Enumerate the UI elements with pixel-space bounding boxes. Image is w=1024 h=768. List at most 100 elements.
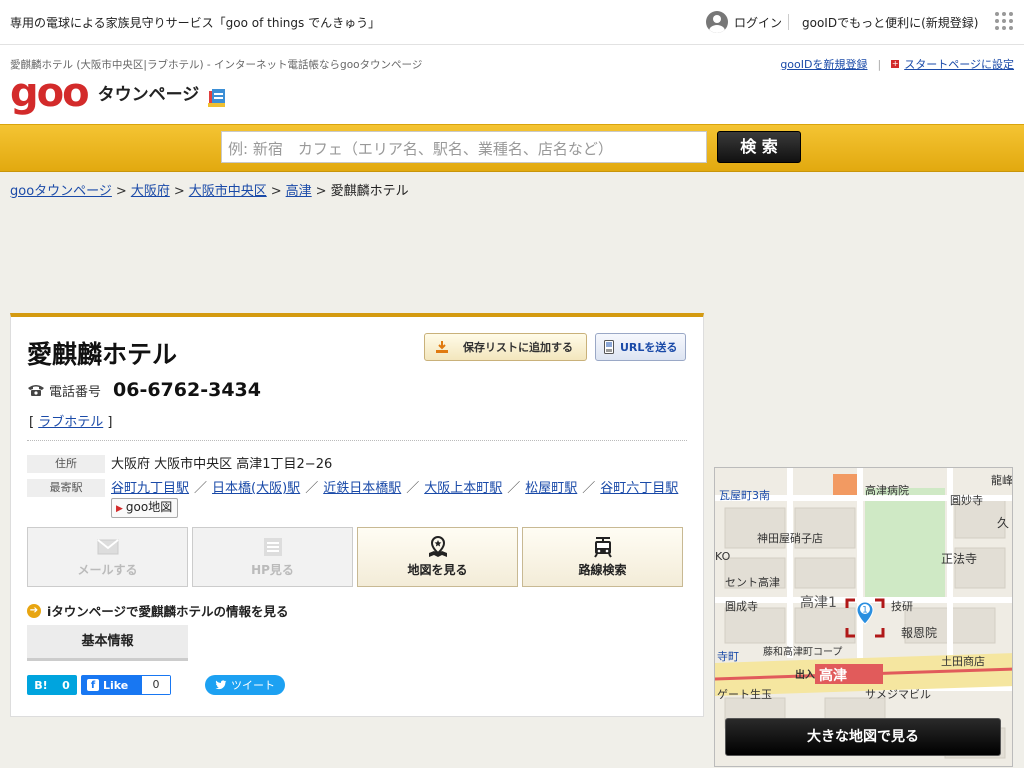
address-value: 大阪府 大阪市中央区 高津1丁目2−26 [111, 457, 333, 472]
save-list-button[interactable]: 保存リストに追加する [424, 333, 587, 361]
global-topbar: 専用の電球による家族見守りサービス「goo of things でんきゅう」 ロ… [0, 0, 1024, 45]
login-label: ログイン [734, 15, 783, 30]
phone-number[interactable]: 06-6762-3434 [113, 379, 261, 401]
homepage-button[interactable]: HP見る [192, 527, 353, 587]
mobile-phone-icon [604, 340, 614, 354]
mail-button[interactable]: メールする [27, 527, 188, 587]
map-label: ゲート生玉 [717, 688, 772, 701]
map-label: 高津 [819, 668, 847, 684]
station-link[interactable]: 谷町九丁目駅 [111, 481, 189, 496]
itownpage-link[interactable]: ➔ iタウンページで愛麒麟ホテルの情報を見る [27, 601, 289, 620]
site-logo[interactable]: goo タウンページ [10, 73, 227, 113]
logo-goo: goo [10, 70, 90, 116]
arrow-circle-icon: ➔ [27, 603, 41, 618]
tweet-label: ツイート [231, 679, 275, 692]
plus-icon: + [891, 59, 900, 68]
map-label: 神田屋硝子店 [757, 532, 823, 545]
tab-basic-info[interactable]: 基本情報 [27, 625, 188, 661]
divider [27, 440, 687, 441]
phone-label: 電話番号 [49, 384, 102, 400]
map-label: 龍峰 [991, 474, 1013, 487]
address-label: 住所 [27, 455, 105, 473]
login-link[interactable]: ログイン [706, 11, 782, 33]
map-label: 高津1 [800, 595, 837, 611]
facebook-like-button[interactable]: f Like 0 [81, 675, 171, 695]
itownpage-label: iタウンページで愛麒麟ホテルの情報を見る [47, 604, 289, 619]
map-label: 技研 [891, 600, 913, 613]
map-label: サメジマビル [865, 688, 931, 701]
station-label: 最寄駅 [27, 479, 105, 497]
promo-link[interactable]: 専用の電球による家族見守りサービス「goo of things でんきゅう」 [10, 14, 380, 31]
apps-grid-icon[interactable] [995, 12, 1013, 30]
map-label: 高津病院 [865, 484, 909, 497]
large-map-button[interactable]: 大きな地図で見る [725, 718, 1001, 756]
twitter-bird-icon [215, 680, 227, 690]
arrow-right-icon: ▶ [116, 504, 123, 514]
route-search-button[interactable]: 路線検索 [522, 527, 683, 587]
station-link[interactable]: 松屋町駅 [525, 481, 577, 496]
breadcrumb-item[interactable]: 大阪府 [131, 184, 170, 199]
hatena-label: B! [34, 678, 48, 692]
listing-card: 愛麒麟ホテル 保存リストに追加する URLを送る 電話番号 06-6762-34… [10, 313, 704, 717]
mail-icon [96, 539, 119, 555]
breadcrumb-current: 愛麒麟ホテル [330, 184, 409, 199]
startpage-link[interactable]: スタートページに設定 [904, 56, 1014, 72]
facebook-icon: f [87, 679, 99, 691]
map-label: 寺町 [717, 650, 739, 663]
new-id-link[interactable]: gooIDを新規登録 [780, 56, 867, 72]
hatena-bookmark-button[interactable]: B! 0 [27, 675, 77, 695]
mail-label: メールする [77, 563, 138, 577]
map-label: 瓦屋町3南 [719, 489, 770, 502]
view-map-label: 地図を見る [407, 563, 468, 577]
station-row: 最寄駅 谷町九丁目駅／日本橋(大阪)駅／近鉄日本橋駅／大阪上本町駅／松屋町駅／谷… [27, 479, 691, 518]
search-button[interactable]: 検 索 [717, 131, 801, 163]
svg-text:1: 1 [862, 606, 868, 616]
save-list-label: 保存リストに追加する [463, 341, 573, 354]
station-link[interactable]: 日本橋(大阪)駅 [212, 481, 300, 496]
phone-row: 電話番号 06-6762-3434 [27, 379, 261, 401]
action-buttons: メールする HP見る 地図を見る 路線検索 [27, 527, 683, 587]
category-link[interactable]: ラブホテル [38, 415, 103, 430]
hatena-count: 0 [62, 678, 70, 692]
map-label: KO [715, 550, 731, 563]
breadcrumb-item[interactable]: 大阪市中央区 [189, 184, 267, 199]
tweet-button[interactable]: ツイート [205, 675, 285, 695]
logo-townpage: タウンページ [97, 85, 200, 105]
station-link[interactable]: 谷町六丁目駅 [600, 481, 678, 496]
facebook-like-count: 0 [142, 676, 170, 694]
breadcrumb: gooタウンページ > 大阪府 > 大阪市中央区 > 高津 > 愛麒麟ホテル [10, 184, 409, 199]
homepage-label: HP見る [251, 563, 294, 577]
station-link[interactable]: 近鉄日本橋駅 [323, 481, 401, 496]
search-input[interactable]: 例: 新宿 カフェ（エリア名、駅名、業種名、店名など） [221, 131, 707, 163]
map-pin-icon [428, 535, 447, 557]
map-label: 出入 [795, 670, 815, 681]
map-label: セント高津 [725, 576, 780, 589]
category: [ ラブホテル ] [29, 415, 113, 430]
site-header: 愛麒麟ホテル (大阪市中央区|ラブホテル) - インターネット電話帳ならgooタ… [0, 45, 1024, 124]
send-url-button[interactable]: URLを送る [595, 333, 686, 361]
map-label: 藤和高津町コープ [763, 647, 843, 658]
map-label: 久 [997, 516, 1010, 530]
download-icon [436, 341, 448, 353]
goo-map-label: goo地図 [125, 500, 173, 514]
send-url-label: URLを送る [620, 341, 678, 354]
business-name: 愛麒麟ホテル [27, 340, 178, 369]
train-icon [593, 537, 612, 558]
register-link[interactable]: gooIDでもっと便利に(新規登録) [802, 14, 978, 31]
telephone-icon [28, 385, 44, 396]
webpage-icon [263, 538, 282, 556]
map-label: 報恩院 [901, 626, 938, 640]
station-link[interactable]: 大阪上本町駅 [424, 481, 502, 496]
view-map-button[interactable]: 地図を見る [357, 527, 518, 587]
station-list: 谷町九丁目駅／日本橋(大阪)駅／近鉄日本橋駅／大阪上本町駅／松屋町駅／谷町六丁目… [111, 479, 691, 518]
facebook-like-label: Like [103, 678, 129, 692]
divider [788, 14, 789, 30]
location-map[interactable]: 瓦屋町3南 高津病院 圓妙寺 龍峰 神田屋硝子店 正法寺 セント高津 圓成寺 高… [714, 467, 1013, 767]
map-label: 圓成寺 [725, 600, 758, 613]
goo-map-button[interactable]: ▶ goo地図 [111, 498, 179, 518]
breadcrumb-item[interactable]: gooタウンページ [10, 184, 112, 199]
location-marker-icon: 1 [845, 598, 885, 638]
header-links: gooIDを新規登録 | + スタートページに設定 [780, 56, 1014, 72]
user-icon [706, 11, 728, 33]
breadcrumb-item[interactable]: 高津 [286, 184, 312, 199]
